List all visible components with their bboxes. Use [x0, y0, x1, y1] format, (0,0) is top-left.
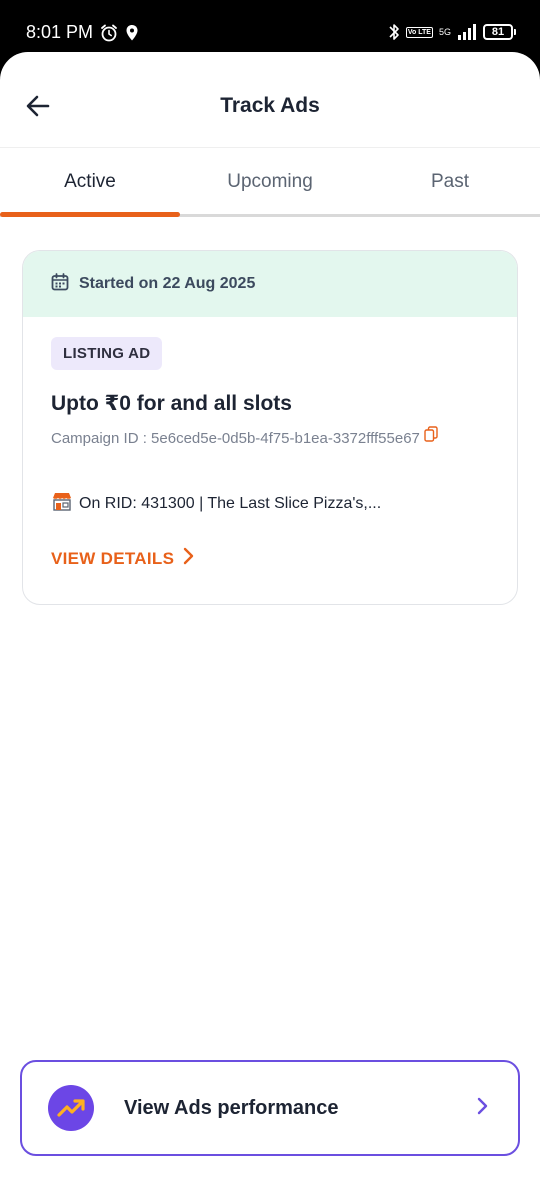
ad-card: Started on 22 Aug 2025 LISTING AD Upto ₹…	[22, 250, 518, 605]
network-type: 5G	[438, 26, 451, 37]
view-details-button[interactable]: VIEW DETAILS	[51, 547, 194, 570]
bluetooth-icon	[388, 22, 400, 42]
start-date: Started on 22 Aug 2025	[79, 275, 256, 292]
alarm-icon	[99, 23, 119, 43]
signal-icon	[457, 24, 477, 40]
tab-bar: Active Upcoming Past	[0, 149, 540, 217]
chevron-right-icon	[182, 547, 194, 570]
trending-up-icon	[48, 1085, 94, 1131]
status-time: 8:01 PM	[26, 22, 94, 42]
store-icon	[51, 491, 73, 516]
battery-level: 81	[483, 24, 513, 40]
view-details-label: VIEW DETAILS	[51, 548, 175, 568]
battery-icon: 81	[483, 24, 516, 40]
campaign-id-row: Campaign ID : 5e6ced5e-0d5b-4f75-b1ea-33…	[51, 425, 438, 447]
copy-icon[interactable]	[424, 425, 438, 446]
view-ads-performance-button[interactable]: View Ads performance	[20, 1060, 520, 1156]
tab-active[interactable]: Active	[0, 149, 180, 217]
restaurant-row: On RID: 431300 | The Last Slice Pizza's,…	[51, 491, 381, 516]
tab-past[interactable]: Past	[360, 149, 540, 214]
page-title: Track Ads	[220, 94, 320, 117]
card-start-banner: Started on 22 Aug 2025	[23, 251, 517, 317]
performance-label: View Ads performance	[124, 1096, 339, 1119]
campaign-id: Campaign ID : 5e6ced5e-0d5b-4f75-b1ea-33…	[51, 430, 420, 447]
ad-type-badge: LISTING AD	[51, 337, 163, 370]
ad-headline: Upto ₹0 for and all slots	[51, 392, 292, 415]
restaurant-id: On RID: 431300 | The Last Slice Pizza's,…	[79, 494, 382, 512]
chevron-right-icon	[476, 1097, 488, 1120]
lte-badge: Vo LTE	[405, 26, 433, 38]
tab-upcoming[interactable]: Upcoming	[180, 149, 360, 214]
app-screen: Track Ads Active Upcoming Past Started o…	[0, 52, 540, 1200]
header: Track Ads	[0, 52, 540, 148]
location-icon	[125, 24, 139, 42]
calendar-icon	[51, 272, 69, 296]
